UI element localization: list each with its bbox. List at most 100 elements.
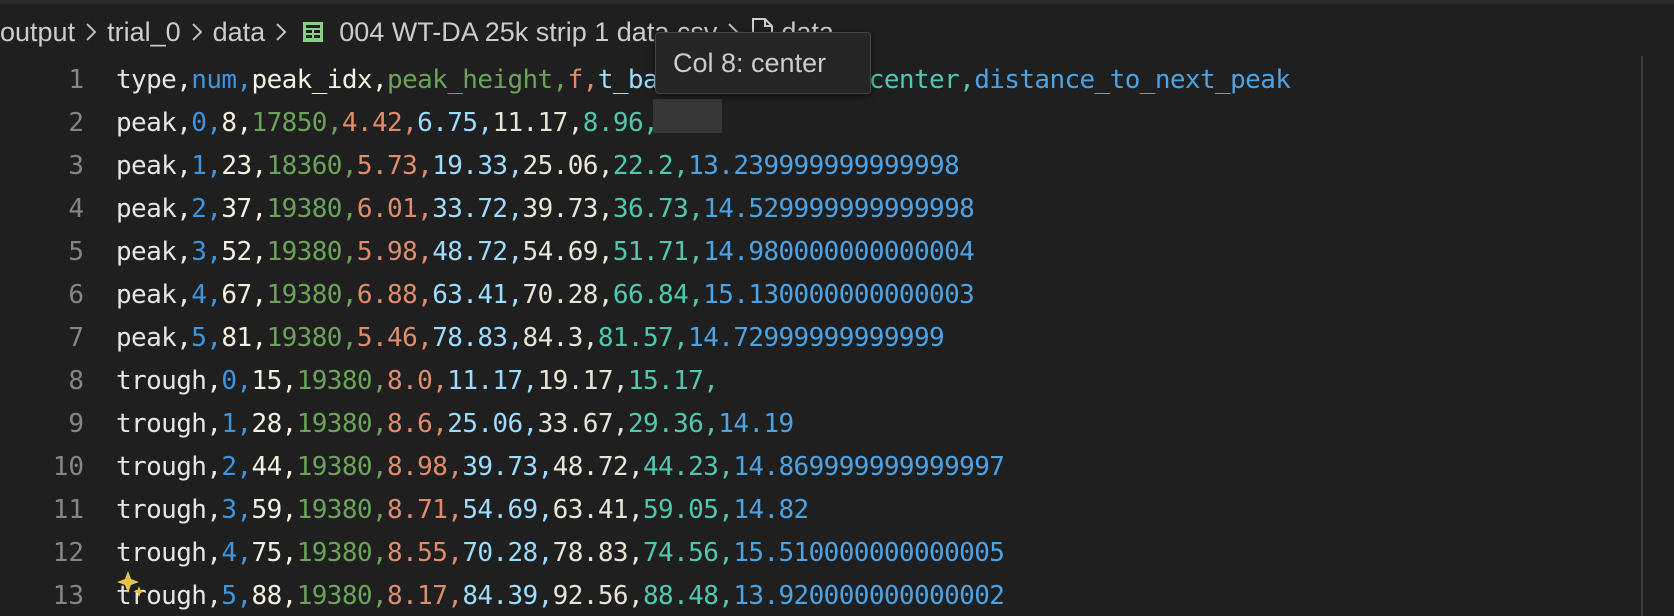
code-text[interactable]: trough,5,88,19380,8.17,84.39,92.56,88.48…	[116, 580, 1005, 611]
csv-field: 84.39	[462, 580, 538, 611]
editor-line[interactable]: 12 trough,4,75,19380,8.55,70.28,78.83,74.…	[0, 531, 1674, 574]
csv-separator: ,	[281, 494, 298, 525]
csv-field: trough	[116, 365, 207, 396]
csv-field: 25.06	[522, 150, 599, 181]
csv-separator: ,	[206, 150, 222, 181]
code-text[interactable]: peak,3,52,19380,5.98,48.72,54.69,51.71,1…	[116, 236, 975, 267]
csv-field: 11.17	[447, 365, 523, 396]
code-text[interactable]: trough,3,59,19380,8.71,54.69,63.41,59.05…	[116, 495, 809, 525]
csv-separator: ,	[251, 322, 268, 353]
csv-field: 5	[221, 580, 237, 611]
csv-field: 19380	[266, 279, 343, 310]
csv-field: 29.36	[627, 408, 704, 439]
line-number[interactable]: 12	[0, 538, 84, 568]
editor-line[interactable]: 13 trough,5,88,19380,8.17,84.39,92.56,88.…	[0, 574, 1674, 616]
csv-field: 18360	[266, 150, 343, 181]
line-number[interactable]: 9	[0, 409, 84, 439]
csv-field: 2	[191, 193, 207, 224]
breadcrumb-data-folder[interactable]: data	[213, 17, 266, 48]
code-text[interactable]: peak,5,81,19380,5.46,78.83,84.3,81.57,14…	[116, 322, 945, 353]
code-text[interactable]: peak,2,37,19380,6.01,33.72,39.73,36.73,1…	[116, 193, 975, 224]
csv-field: 84.3	[522, 322, 584, 353]
csv-field: 74.56	[643, 537, 719, 568]
csv-field: peak	[116, 279, 177, 310]
editor-line[interactable]: 9 trough,1,28,19380,8.6,25.06,33.67,29.36…	[0, 402, 1674, 445]
csv-separator: ,	[703, 408, 719, 439]
csv-separator: ,	[371, 365, 388, 396]
line-number[interactable]: 13	[0, 581, 84, 611]
csv-field: peak	[116, 107, 177, 138]
csv-separator: ,	[688, 279, 704, 310]
line-number[interactable]: 4	[0, 194, 84, 224]
csv-field: 14.72999999999999	[688, 322, 945, 353]
csv-field: 15	[251, 365, 283, 396]
editor-line[interactable]: 4 peak,2,37,19380,6.01,33.72,39.73,36.73,…	[0, 187, 1674, 230]
code-text[interactable]: peak,1,23,18360,5.73,19.33,25.06,22.2,13…	[116, 150, 960, 181]
csv-separator: ,	[176, 322, 192, 353]
csv-separator: ,	[432, 365, 448, 396]
line-number[interactable]: 6	[0, 280, 84, 310]
csv-field: peak	[116, 150, 177, 181]
csv-field: 6.01	[356, 193, 418, 224]
csv-field: trough	[116, 408, 207, 439]
csv-separator: ,	[703, 365, 719, 396]
csv-field: 19380	[266, 236, 343, 267]
csv-field: 19380	[296, 365, 373, 396]
line-number[interactable]: 3	[0, 151, 84, 181]
csv-separator: ,	[718, 537, 734, 568]
code-text[interactable]: peak,4,67,19380,6.88,63.41,70.28,66.84,1…	[116, 279, 975, 310]
line-number[interactable]: 7	[0, 323, 84, 353]
csv-separator: ,	[402, 107, 418, 138]
breadcrumb-output[interactable]: output	[0, 17, 75, 48]
csv-separator: ,	[582, 322, 599, 353]
csv-separator: ,	[176, 279, 192, 310]
editor-line[interactable]: 8 trough,0,15,19380,8.0,11.17,19.17,15.17…	[0, 359, 1674, 402]
code-editor[interactable]: 1type,num,peak_idx,peak_height,f,t_base,…	[0, 58, 1674, 616]
editor-line[interactable]: 3 peak,1,23,18360,5.73,19.33,25.06,22.2,1…	[0, 144, 1674, 187]
editor-line[interactable]: 11 trough,3,59,19380,8.71,54.69,63.41,59.…	[0, 488, 1674, 531]
csv-field: 59.05	[643, 494, 719, 525]
csv-separator: ,	[597, 236, 614, 267]
csv-separator: ,	[206, 236, 222, 267]
line-number[interactable]: 2	[0, 108, 84, 138]
editor-line[interactable]: 10 trough,2,44,19380,8.98,39.73,48.72,44.…	[0, 445, 1674, 488]
csv-field: 33.72	[432, 193, 508, 224]
csv-field: 44	[251, 451, 283, 482]
chevron-right-icon	[84, 22, 98, 42]
breadcrumb-trial[interactable]: trial_0	[107, 17, 181, 48]
csv-field: 81.57	[597, 322, 674, 353]
csv-field: 6.88	[356, 279, 418, 310]
csv-field: 19380	[296, 537, 373, 568]
csv-separator: ,	[537, 537, 554, 568]
code-text[interactable]: trough,0,15,19380,8.0,11.17,19.17,15.17,	[116, 365, 719, 396]
csv-field: 14.82	[733, 494, 809, 525]
editor-line[interactable]: 7 peak,5,81,19380,5.46,78.83,84.3,81.57,1…	[0, 316, 1674, 359]
code-text[interactable]: trough,1,28,19380,8.6,25.06,33.67,29.36,…	[116, 409, 794, 439]
csv-separator: ,	[627, 494, 644, 525]
csv-field: peak_idx	[251, 64, 373, 95]
code-text[interactable]: trough,2,44,19380,8.98,39.73,48.72,44.23…	[116, 451, 1005, 482]
line-number[interactable]: 11	[0, 495, 84, 525]
editor-line[interactable]: 5 peak,3,52,19380,5.98,48.72,54.69,51.71,…	[0, 230, 1674, 273]
csv-field: 39.73	[522, 193, 599, 224]
csv-field: 92.56	[552, 580, 629, 611]
editor-line[interactable]: 2 peak,0,8,17850,4.42,6.75,11.17,8.96,	[0, 101, 1674, 144]
csv-separator: ,	[673, 150, 689, 181]
csv-separator: ,	[206, 537, 222, 568]
code-text[interactable]: peak,0,8,17850,4.42,6.75,11.17,8.96,	[116, 107, 659, 138]
sparkle-icon[interactable]	[117, 568, 147, 600]
line-number[interactable]: 10	[0, 452, 84, 482]
csv-separator: ,	[688, 236, 704, 267]
csv-field: 70.28	[462, 537, 538, 568]
code-text[interactable]: trough,4,75,19380,8.55,70.28,78.83,74.56…	[116, 537, 1005, 568]
tooltip-text: Col 8: center	[673, 47, 827, 78]
csv-field: 59	[251, 494, 283, 525]
csv-separator: ,	[341, 236, 358, 267]
csv-field: 14.869999999999997	[733, 451, 1005, 482]
csv-field: 13.239999999999998	[688, 150, 960, 181]
line-number[interactable]: 8	[0, 366, 84, 396]
line-number[interactable]: 1	[0, 65, 84, 95]
editor-line[interactable]: 6 peak,4,67,19380,6.88,63.41,70.28,66.84,…	[0, 273, 1674, 316]
line-number[interactable]: 5	[0, 237, 84, 267]
csv-field: 2	[221, 451, 237, 482]
